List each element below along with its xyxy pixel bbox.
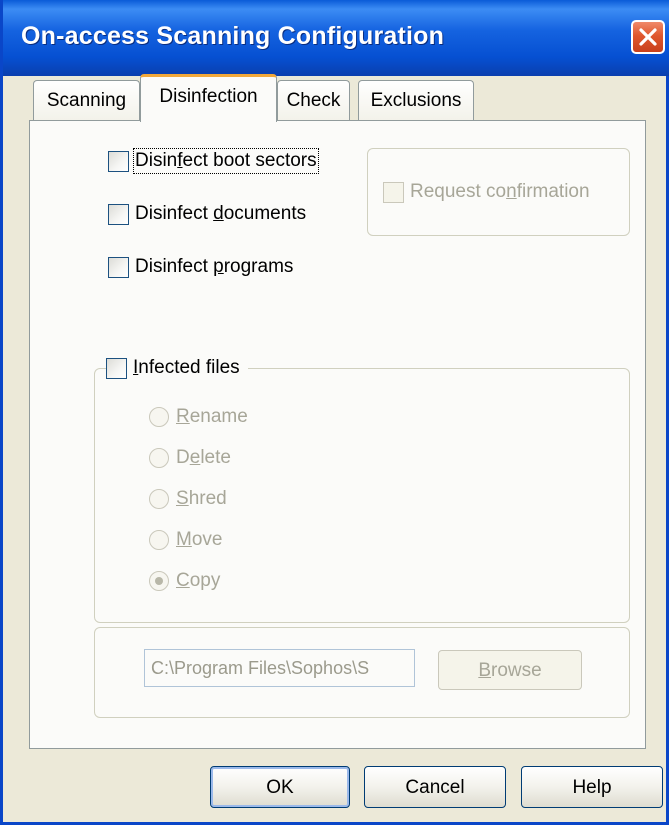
radio-button[interactable] [149, 489, 169, 509]
tab-check[interactable]: Check [277, 80, 350, 120]
disinfect-boot-sectors-checkbox[interactable]: Disinfect boot sectors [108, 148, 319, 174]
checkbox-label: Request confirmation [410, 181, 590, 202]
dialog-window: On-access Scanning Configuration Scannin… [0, 0, 669, 825]
infected-files-checkbox[interactable]: Infected files [106, 357, 248, 379]
checkbox-label: Disinfect documents [135, 203, 307, 224]
radio-delete[interactable]: Delete [149, 447, 231, 469]
radio-label: Copy [176, 570, 221, 591]
checkbox-label: Disinfect boot sectors [133, 148, 319, 174]
close-icon [639, 28, 657, 46]
radio-move[interactable]: Move [149, 529, 222, 551]
checkbox-box[interactable] [108, 150, 129, 172]
radio-button[interactable] [149, 530, 169, 550]
request-confirmation-checkbox[interactable]: Request confirmation [383, 181, 590, 203]
title-bar[interactable]: On-access Scanning Configuration [3, 0, 669, 76]
radio-button[interactable] [149, 448, 169, 468]
destination-path-input[interactable]: C:\Program Files\Sophos\S [144, 649, 415, 687]
radio-label: Rename [176, 406, 248, 427]
browse-button[interactable]: Browse [438, 650, 582, 690]
radio-rename[interactable]: Rename [149, 406, 248, 428]
radio-label: Move [176, 529, 223, 550]
cancel-button[interactable]: Cancel [364, 766, 506, 808]
disinfect-programs-checkbox[interactable]: Disinfect programs [108, 256, 293, 278]
tab-label: Scanning [46, 90, 127, 111]
tab-exclusions[interactable]: Exclusions [358, 80, 474, 120]
checkbox-label: Infected files [133, 357, 240, 378]
window-title: On-access Scanning Configuration [21, 22, 445, 50]
radio-button[interactable] [149, 407, 169, 427]
help-button[interactable]: Help [521, 766, 663, 808]
tab-label: Exclusions [370, 90, 462, 111]
radio-copy[interactable]: Copy [149, 570, 220, 592]
browse-label: rowse [491, 660, 542, 681]
radio-label: Delete [176, 447, 231, 468]
checkbox-box[interactable] [106, 357, 127, 379]
tab-label: Check [286, 90, 341, 111]
disinfect-documents-checkbox[interactable]: Disinfect documents [108, 203, 306, 225]
radio-shred[interactable]: Shred [149, 488, 227, 510]
radio-button[interactable] [149, 571, 169, 591]
close-button[interactable] [631, 20, 665, 54]
checkbox-box[interactable] [108, 203, 129, 225]
radio-label: Shred [176, 488, 227, 509]
checkbox-label: Disinfect programs [135, 256, 294, 277]
checkbox-box[interactable] [383, 181, 404, 203]
browse-accelerator: B [478, 660, 491, 681]
tab-disinfection[interactable]: Disinfection [140, 74, 277, 122]
ok-button[interactable]: OK [210, 766, 350, 808]
tab-scanning[interactable]: Scanning [33, 80, 140, 120]
checkbox-box[interactable] [108, 256, 129, 278]
tab-label: Disinfection [159, 86, 258, 107]
